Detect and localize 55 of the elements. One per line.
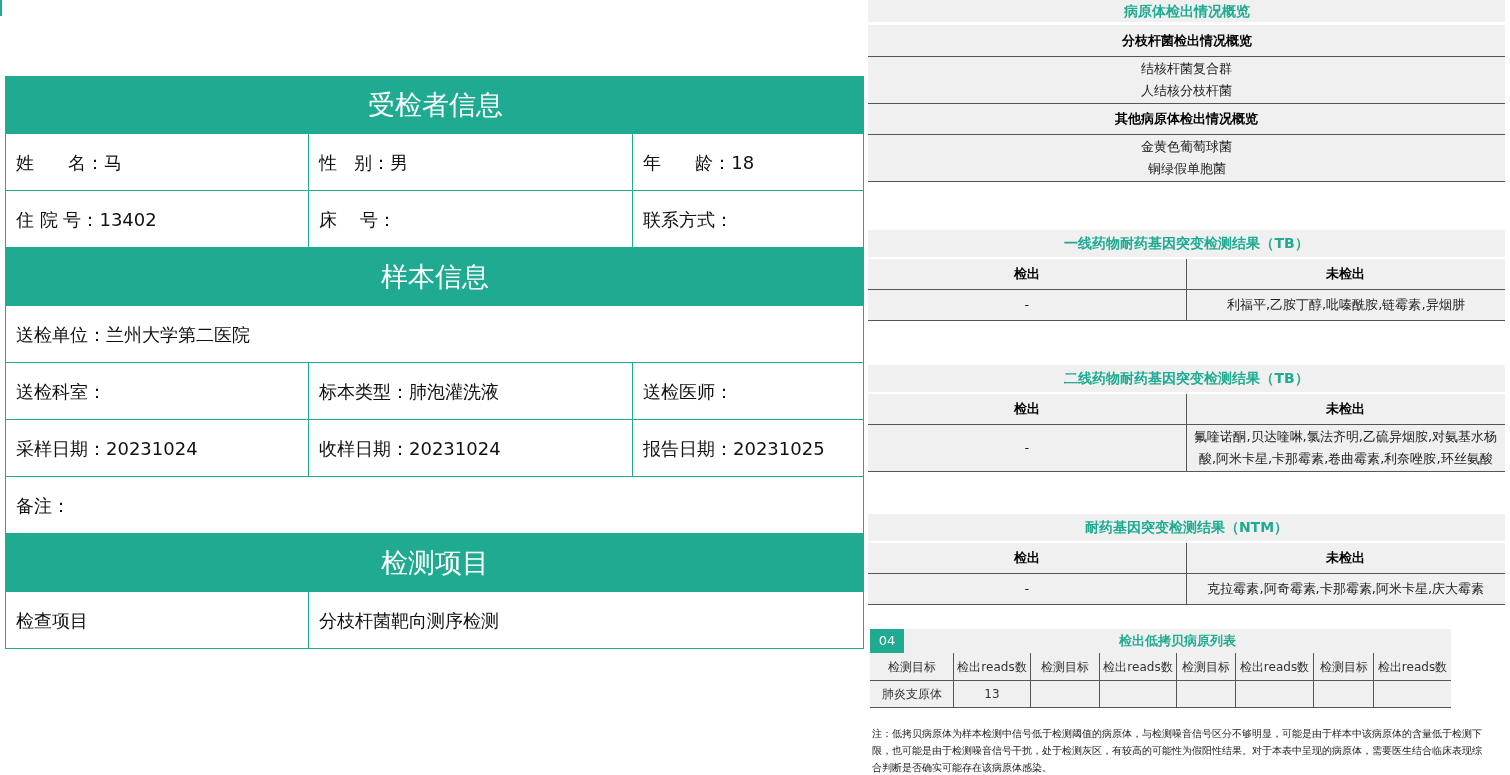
page-marker (0, 0, 2, 16)
info-cell: 标本类型：肺泡灌洗液 (309, 363, 633, 419)
column-header: 检出 (868, 543, 1187, 573)
table-cell: - (868, 574, 1187, 604)
table-title: 二线药物耐药基因突变检测结果（TB） (1063, 369, 1310, 388)
group-heading: 其他病原体检出情况概览 (868, 103, 1505, 135)
column-header: 检出 (868, 259, 1187, 289)
column-header: 检出reads数 (1236, 653, 1314, 680)
info-cell: 床 号： (309, 191, 633, 247)
table-cell-text: 克拉霉素,阿奇霉素,卡那霉素,阿米卡星,庆大霉素 (1206, 580, 1485, 598)
info-cell: 报告日期：20231025 (633, 420, 864, 476)
table-title: 一线药物耐药基因突变检测结果（TB） (1063, 234, 1310, 253)
column-header: 未检出 (1325, 400, 1367, 419)
column-header: 检出reads数 (954, 653, 1031, 680)
info-cell: 住 院 号：13402 (6, 191, 309, 247)
column-header: 未检出 (1325, 265, 1367, 284)
column-header: 检测目标 (1177, 653, 1236, 680)
info-cell: 性 别：男 (309, 134, 633, 190)
info-cell: 收样日期：20231024 (309, 420, 633, 476)
section-header: 检测项目 (6, 534, 864, 592)
column-header: 检出 (868, 394, 1187, 424)
group-heading: 分枝杆菌检出情况概览 (868, 25, 1505, 57)
info-cell: 联系方式： (633, 191, 864, 247)
column-header: 检测目标 (1031, 653, 1100, 680)
column-header: 检出reads数 (1376, 658, 1449, 676)
column-header: 未检出 (1325, 549, 1367, 568)
section-header: 受检者信息 (6, 76, 864, 134)
table-cell: 肺炎支原体 (870, 681, 954, 707)
info-cell: 姓 名：马 (6, 134, 309, 190)
pathogen-name: 金黄色葡萄球菌 (1140, 138, 1233, 157)
table-cell-text: 利福平,乙胺丁醇,吡嗪酰胺,链霉素,异烟肼 (1226, 296, 1466, 314)
info-cell: 年 龄：18 (633, 134, 864, 190)
info-cell: 送检科室： (6, 363, 309, 419)
pathogen-name: 结核杆菌复合群 (1140, 60, 1233, 79)
info-cell: 送检医师： (633, 363, 864, 419)
table-title: 检出低拷贝病原列表 (1117, 632, 1237, 651)
info-cell: 检查项目 (6, 592, 309, 648)
footnote-text: 注：低拷贝病原体为样本检测中信号低于检测阈值的病原体，与检测噪音信号区分不够明显，可能是由于样本中该病原体的含量低于检测下限，也可能是由于检测噪音信号干扰，处于检测灰区，有较高的可能性为假阳性结果。对于本表中呈现的病原体，需要医生结合临床表现综合判断是否确实可能存在该病原体感染。 (872, 727, 1483, 775)
info-cell: 备注： (6, 477, 864, 533)
column-header: 检出reads数 (1100, 653, 1177, 680)
table-title: 耐药基因突变检测结果（NTM） (1083, 518, 1290, 537)
table-title: 病原体检出情况概览 (868, 0, 1505, 22)
column-header: 检测目标 (1314, 653, 1374, 680)
column-header: 检测目标 (870, 653, 954, 680)
table-cell-text: 氟喹诺酮,贝达喹啉,氯法齐明,乙硫异烟胺,对氨基水杨酸,阿米卡星,卡那霉素,卷曲霉素,利奈唑胺,环丝氨酸 (1193, 428, 1498, 468)
info-cell: 送检单位：兰州大学第二医院 (6, 306, 864, 362)
pathogen-name: 人结核分枝杆菌 (1140, 82, 1233, 101)
info-cell: 采样日期：20231024 (6, 420, 309, 476)
table-cell: - (868, 290, 1187, 320)
info-cell: 分枝杆菌靶向测序检测 (309, 592, 864, 648)
section-header: 样本信息 (6, 248, 864, 306)
table-cell: - (868, 425, 1187, 471)
section-number-badge: 04 (870, 629, 904, 653)
table-cell: 13 (954, 681, 1031, 707)
pathogen-name: 铜绿假单胞菌 (1146, 160, 1227, 179)
